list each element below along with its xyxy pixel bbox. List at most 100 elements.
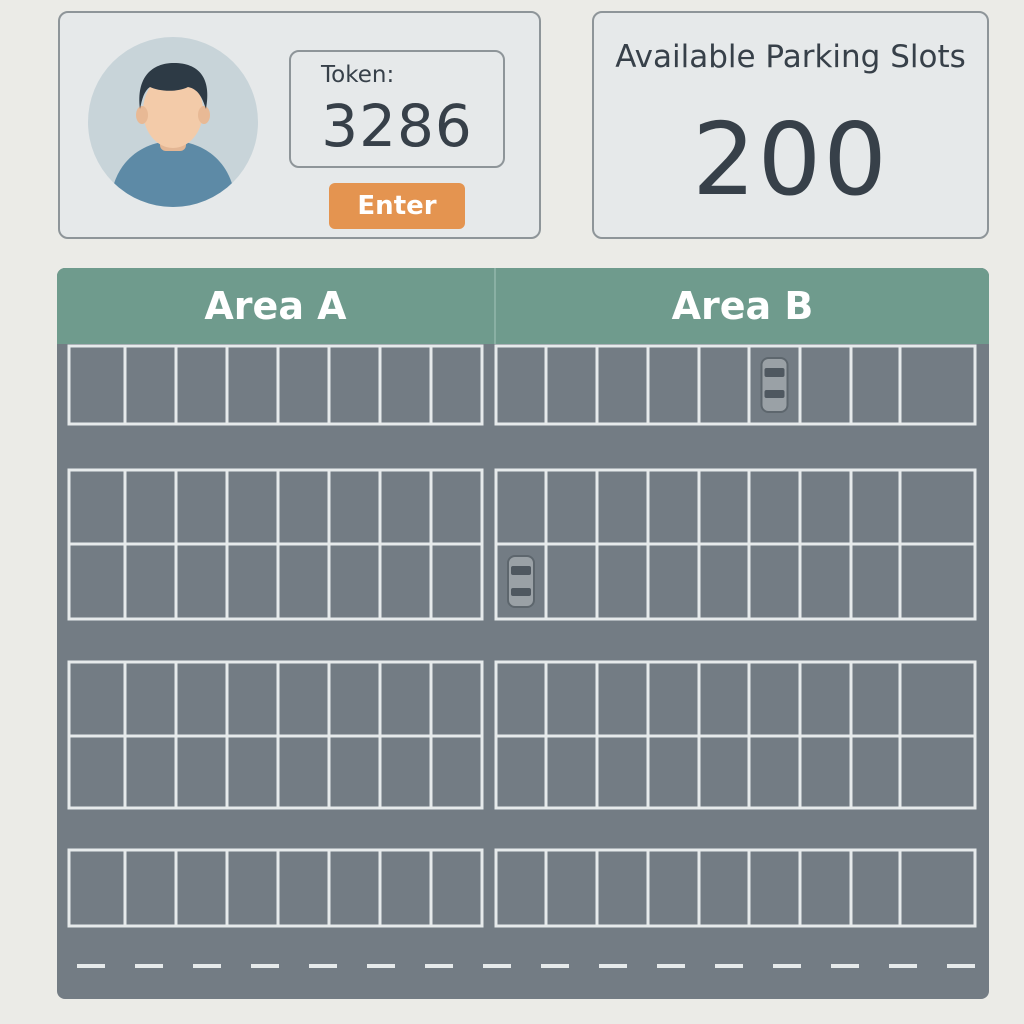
parking-slot-b-r3-2[interactable]	[544, 542, 599, 621]
parking-slot-a-r1-1[interactable]	[67, 344, 127, 426]
parking-slot-a-r5-1[interactable]	[67, 734, 127, 810]
parking-slot-a-r2-8[interactable]	[429, 468, 484, 546]
parking-slot-a-r6-7[interactable]	[378, 848, 433, 928]
parking-slot-b-r2-7[interactable]	[798, 468, 853, 546]
parking-slot-b-r5-9[interactable]	[898, 734, 977, 810]
parking-slot-b-r2-2[interactable]	[544, 468, 599, 546]
parking-slot-b-r4-7[interactable]	[798, 660, 853, 738]
parking-slot-a-r6-3[interactable]	[174, 848, 229, 928]
parking-slot-b-r3-6[interactable]	[747, 542, 802, 621]
parking-slot-a-r6-2[interactable]	[123, 848, 178, 928]
parking-slot-a-r5-7[interactable]	[378, 734, 433, 810]
parking-slot-b-r3-4[interactable]	[646, 542, 701, 621]
parking-slot-b-r2-8[interactable]	[849, 468, 902, 546]
parking-slot-a-r5-8[interactable]	[429, 734, 484, 810]
parking-slot-b-r1-2[interactable]	[544, 344, 599, 426]
parking-slot-b-r6-3[interactable]	[595, 848, 650, 928]
parking-slot-a-r2-7[interactable]	[378, 468, 433, 546]
parking-slot-a-r1-6[interactable]	[327, 344, 382, 426]
parking-slot-b-r4-2[interactable]	[544, 660, 599, 738]
parking-slot-a-r2-2[interactable]	[123, 468, 178, 546]
parking-slot-b-r4-6[interactable]	[747, 660, 802, 738]
parking-slot-a-r3-5[interactable]	[276, 542, 331, 621]
parking-slot-a-r1-3[interactable]	[174, 344, 229, 426]
parking-slot-b-r2-6[interactable]	[747, 468, 802, 546]
parking-slot-b-r2-3[interactable]	[595, 468, 650, 546]
parking-slot-b-r6-9[interactable]	[898, 848, 977, 928]
parking-slot-b-r6-2[interactable]	[544, 848, 599, 928]
parking-slot-a-r1-5[interactable]	[276, 344, 331, 426]
parking-slot-b-r2-1[interactable]	[494, 468, 548, 546]
parking-slot-a-r1-8[interactable]	[429, 344, 484, 426]
parking-slot-a-r2-5[interactable]	[276, 468, 331, 546]
parking-slot-a-r5-3[interactable]	[174, 734, 229, 810]
parking-slot-a-r5-6[interactable]	[327, 734, 382, 810]
parking-slot-a-r6-8[interactable]	[429, 848, 484, 928]
parking-slot-b-r2-5[interactable]	[697, 468, 751, 546]
parking-slot-b-r1-7[interactable]	[798, 344, 853, 426]
parking-slot-a-r2-6[interactable]	[327, 468, 382, 546]
parking-slot-b-r6-7[interactable]	[798, 848, 853, 928]
parking-slot-b-r5-7[interactable]	[798, 734, 853, 810]
parking-slot-a-r5-2[interactable]	[123, 734, 178, 810]
parking-slot-b-r3-8[interactable]	[849, 542, 902, 621]
parking-slot-a-r6-6[interactable]	[327, 848, 382, 928]
parking-slot-a-r2-4[interactable]	[225, 468, 280, 546]
parking-slot-a-r3-4[interactable]	[225, 542, 280, 621]
parking-slot-a-r3-1[interactable]	[67, 542, 127, 621]
parking-slot-a-r3-2[interactable]	[123, 542, 178, 621]
parking-slot-a-r6-4[interactable]	[225, 848, 280, 928]
parking-slot-a-r4-3[interactable]	[174, 660, 229, 738]
parking-slot-a-r4-4[interactable]	[225, 660, 280, 738]
parking-slot-b-r2-9[interactable]	[898, 468, 977, 546]
parking-slot-b-r5-5[interactable]	[697, 734, 751, 810]
parking-slot-a-r4-2[interactable]	[123, 660, 178, 738]
parking-slot-b-r1-3[interactable]	[595, 344, 650, 426]
enter-button[interactable]: Enter	[329, 183, 465, 229]
parking-slot-a-r3-8[interactable]	[429, 542, 484, 621]
parking-slot-a-r1-4[interactable]	[225, 344, 280, 426]
parking-slot-b-r3-7[interactable]	[798, 542, 853, 621]
parking-slot-b-r6-8[interactable]	[849, 848, 902, 928]
parking-slot-a-r4-5[interactable]	[276, 660, 331, 738]
parking-slot-b-r5-6[interactable]	[747, 734, 802, 810]
parking-slot-b-r5-3[interactable]	[595, 734, 650, 810]
parking-slot-a-r6-1[interactable]	[67, 848, 127, 928]
parking-slot-a-r5-5[interactable]	[276, 734, 331, 810]
parking-slot-b-r5-1[interactable]	[494, 734, 548, 810]
parking-slot-b-r4-9[interactable]	[898, 660, 977, 738]
parking-slot-b-r4-5[interactable]	[697, 660, 751, 738]
parking-slot-b-r2-4[interactable]	[646, 468, 701, 546]
parking-slot-b-r1-1[interactable]	[494, 344, 548, 426]
parking-slot-b-r1-8[interactable]	[849, 344, 902, 426]
parking-slot-a-r3-3[interactable]	[174, 542, 229, 621]
parking-slot-a-r3-7[interactable]	[378, 542, 433, 621]
parking-slot-b-r6-4[interactable]	[646, 848, 701, 928]
parking-slot-b-r5-8[interactable]	[849, 734, 902, 810]
parking-slot-b-r6-6[interactable]	[747, 848, 802, 928]
parking-slot-b-r6-1[interactable]	[494, 848, 548, 928]
parking-slot-a-r1-2[interactable]	[123, 344, 178, 426]
parking-slot-a-r4-1[interactable]	[67, 660, 127, 738]
parking-slot-b-r3-5[interactable]	[697, 542, 751, 621]
parking-slot-b-r1-5[interactable]	[697, 344, 751, 426]
parking-slot-b-r4-1[interactable]	[494, 660, 548, 738]
parking-slot-b-r4-4[interactable]	[646, 660, 701, 738]
parking-slot-b-r1-9[interactable]	[898, 344, 977, 426]
parking-slot-a-r5-4[interactable]	[225, 734, 280, 810]
parking-slot-a-r4-7[interactable]	[378, 660, 433, 738]
parking-slot-b-r4-8[interactable]	[849, 660, 902, 738]
parking-slot-b-r3-9[interactable]	[898, 542, 977, 621]
parking-slot-b-r3-3[interactable]	[595, 542, 650, 621]
parking-slot-b-r6-5[interactable]	[697, 848, 751, 928]
parking-slot-a-r1-7[interactable]	[378, 344, 433, 426]
parking-slot-b-r5-4[interactable]	[646, 734, 701, 810]
parking-slot-b-r5-2[interactable]	[544, 734, 599, 810]
parking-slot-a-r2-1[interactable]	[67, 468, 127, 546]
parking-slot-a-r4-8[interactable]	[429, 660, 484, 738]
parking-slot-a-r3-6[interactable]	[327, 542, 382, 621]
parking-slot-a-r2-3[interactable]	[174, 468, 229, 546]
parking-slot-a-r4-6[interactable]	[327, 660, 382, 738]
parking-slot-b-r1-4[interactable]	[646, 344, 701, 426]
parking-slot-b-r4-3[interactable]	[595, 660, 650, 738]
